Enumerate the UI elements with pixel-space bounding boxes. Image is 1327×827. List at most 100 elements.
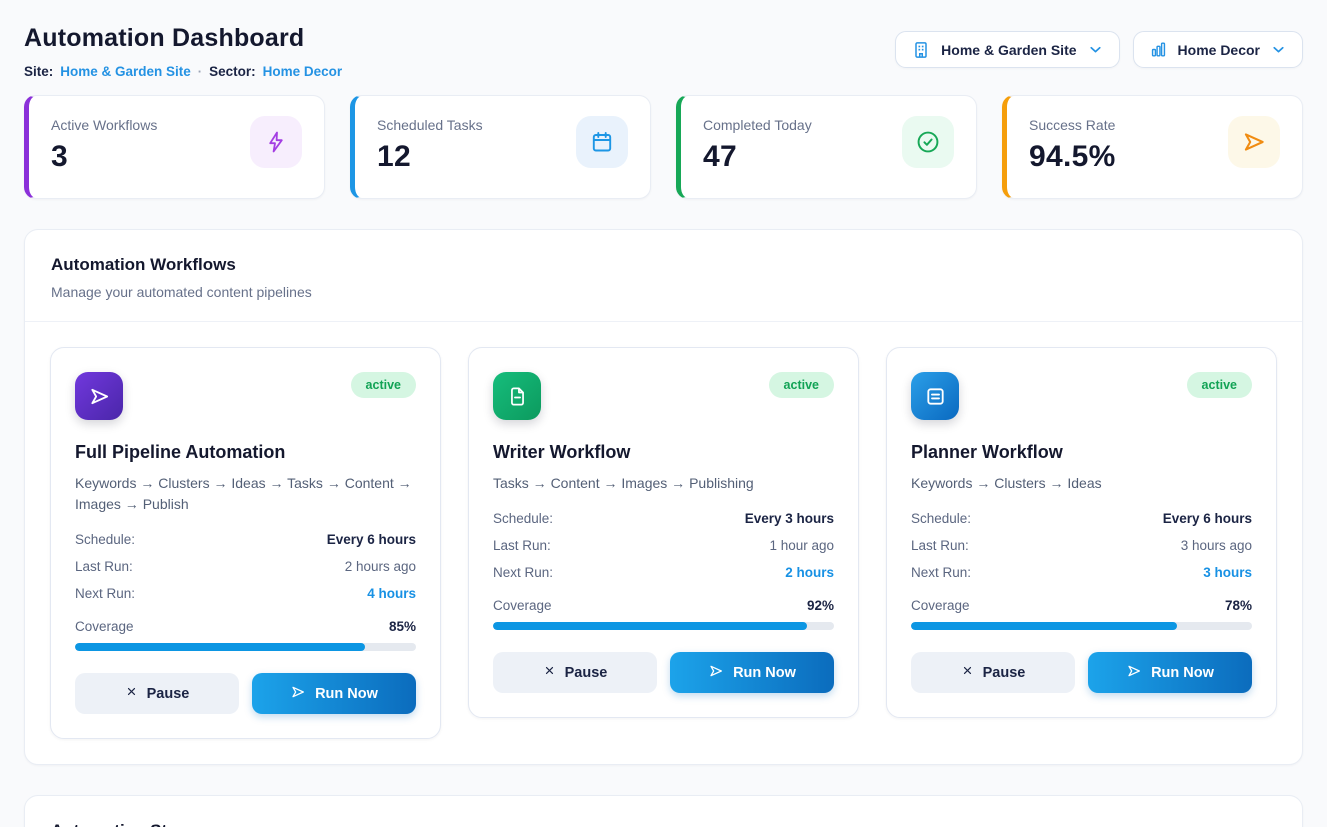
site-selector-dropdown[interactable]: Home & Garden Site <box>895 31 1119 68</box>
next-run-value: 2 hours <box>785 565 834 580</box>
coverage-block: Coverage 78% <box>911 598 1252 630</box>
last-run-value: 3 hours ago <box>1181 538 1252 553</box>
workflow-title: Full Pipeline Automation <box>75 442 416 463</box>
coverage-value: 78% <box>1225 598 1252 613</box>
header-left: Automation Dashboard Site: Home & Garden… <box>24 24 342 79</box>
site-label: Site: <box>24 64 53 79</box>
last-run-label: Last Run: <box>911 538 969 553</box>
run-now-button-label: Run Now <box>315 686 378 702</box>
pause-button-label: Pause <box>147 686 190 702</box>
building-icon <box>911 40 931 60</box>
automation-steps-section: Automation Steps Configure which steps a… <box>24 795 1303 827</box>
coverage-progress-track <box>911 622 1252 630</box>
calendar-icon <box>576 116 628 168</box>
next-run-label: Next Run: <box>75 586 135 601</box>
x-icon <box>961 664 974 681</box>
workflow-description: Keywords → Clusters → Ideas → Tasks → Co… <box>75 473 416 515</box>
x-icon <box>543 664 556 681</box>
send-icon <box>1228 116 1280 168</box>
dot-separator: · <box>198 64 202 79</box>
list-icon <box>911 372 959 420</box>
workflow-title: Writer Workflow <box>493 442 834 463</box>
last-run-label: Last Run: <box>75 559 133 574</box>
file-text-icon <box>493 372 541 420</box>
workflows-section-subtitle: Manage your automated content pipelines <box>51 284 1276 300</box>
coverage-value: 92% <box>807 598 834 613</box>
coverage-progress-fill <box>911 622 1177 630</box>
page-header: Automation Dashboard Site: Home & Garden… <box>24 24 1303 79</box>
lightning-icon <box>250 116 302 168</box>
pause-button-label: Pause <box>565 665 608 681</box>
site-selector-label: Home & Garden Site <box>941 42 1076 58</box>
schedule-label: Schedule: <box>75 532 135 547</box>
run-now-button[interactable]: Run Now <box>1088 652 1252 693</box>
x-icon <box>125 685 138 702</box>
next-run-value: 4 hours <box>367 586 416 601</box>
automation-dashboard-page: Automation Dashboard Site: Home & Garden… <box>0 0 1327 827</box>
schedule-value: Every 3 hours <box>745 511 834 526</box>
workflow-card-planner: active Planner Workflow Keywords → Clust… <box>886 347 1277 718</box>
header-selectors: Home & Garden Site Home Decor <box>895 31 1303 68</box>
next-run-label: Next Run: <box>493 565 553 580</box>
workflow-title: Planner Workflow <box>911 442 1252 463</box>
workflow-actions: Pause Run Now <box>493 652 834 693</box>
stat-card-active-workflows: Active Workflows 3 <box>24 95 325 199</box>
status-badge: active <box>769 372 834 398</box>
workflow-description: Keywords → Clusters → Ideas <box>911 473 1252 494</box>
automation-workflows-section: Automation Workflows Manage your automat… <box>24 229 1303 765</box>
workflow-card-top: active <box>911 372 1252 420</box>
pause-button[interactable]: Pause <box>493 652 657 693</box>
next-run-label: Next Run: <box>911 565 971 580</box>
chevron-down-icon <box>1087 41 1104 58</box>
coverage-progress-fill <box>75 643 365 651</box>
coverage-value: 85% <box>389 619 416 634</box>
workflow-actions: Pause Run Now <box>911 652 1252 693</box>
sector-selector-label: Home Decor <box>1178 42 1260 58</box>
sector-link[interactable]: Home Decor <box>263 64 343 79</box>
stat-card-scheduled-tasks: Scheduled Tasks 12 <box>350 95 651 199</box>
coverage-block: Coverage 85% <box>75 619 416 651</box>
bar-chart-icon <box>1149 40 1168 59</box>
run-now-button[interactable]: Run Now <box>252 673 416 714</box>
last-run-value: 2 hours ago <box>345 559 416 574</box>
steps-section-title: Automation Steps <box>51 821 1276 827</box>
coverage-progress-track <box>75 643 416 651</box>
stat-card-success-rate: Success Rate 94.5% <box>1002 95 1303 199</box>
pause-button[interactable]: Pause <box>911 652 1075 693</box>
schedule-value: Every 6 hours <box>1163 511 1252 526</box>
run-now-button[interactable]: Run Now <box>670 652 834 693</box>
steps-section-header: Automation Steps Configure which steps a… <box>25 796 1302 827</box>
workflow-card-top: active <box>75 372 416 420</box>
send-icon <box>1126 663 1142 683</box>
chevron-down-icon <box>1270 41 1287 58</box>
send-icon <box>75 372 123 420</box>
workflow-actions: Pause Run Now <box>75 673 416 714</box>
site-link[interactable]: Home & Garden Site <box>60 64 191 79</box>
workflow-card-writer: active Writer Workflow Tasks → Content →… <box>468 347 859 718</box>
coverage-block: Coverage 92% <box>493 598 834 630</box>
workflow-description: Tasks → Content → Images → Publishing <box>493 473 834 494</box>
check-circle-icon <box>902 116 954 168</box>
schedule-value: Every 6 hours <box>327 532 416 547</box>
schedule-label: Schedule: <box>911 511 971 526</box>
stat-card-completed-today: Completed Today 47 <box>676 95 977 199</box>
coverage-label: Coverage <box>911 598 970 613</box>
workflow-meta: Schedule:Every 3 hours Last Run:1 hour a… <box>493 511 834 580</box>
sector-label: Sector: <box>209 64 256 79</box>
workflow-meta: Schedule: Every 6 hours Last Run: 3 hours … <box>911 511 1252 580</box>
coverage-progress-fill <box>493 622 807 630</box>
sector-selector-dropdown[interactable]: Home Decor <box>1133 31 1303 68</box>
workflow-card-full-pipeline: active Full Pipeline Automation Keywords… <box>50 347 441 739</box>
coverage-label: Coverage <box>493 598 552 613</box>
send-icon <box>708 663 724 683</box>
site-sector-line: Site: Home & Garden Site · Sector: Home … <box>24 64 342 79</box>
workflows-section-header: Automation Workflows Manage your automat… <box>25 230 1302 322</box>
workflows-section-title: Automation Workflows <box>51 255 1276 275</box>
send-icon <box>290 684 306 704</box>
workflow-cards-grid: active Full Pipeline Automation Keywords… <box>25 322 1302 764</box>
pause-button[interactable]: Pause <box>75 673 239 714</box>
schedule-label: Schedule: <box>493 511 553 526</box>
run-now-button-label: Run Now <box>1151 665 1214 681</box>
workflow-card-top: active <box>493 372 834 420</box>
run-now-button-label: Run Now <box>733 665 796 681</box>
